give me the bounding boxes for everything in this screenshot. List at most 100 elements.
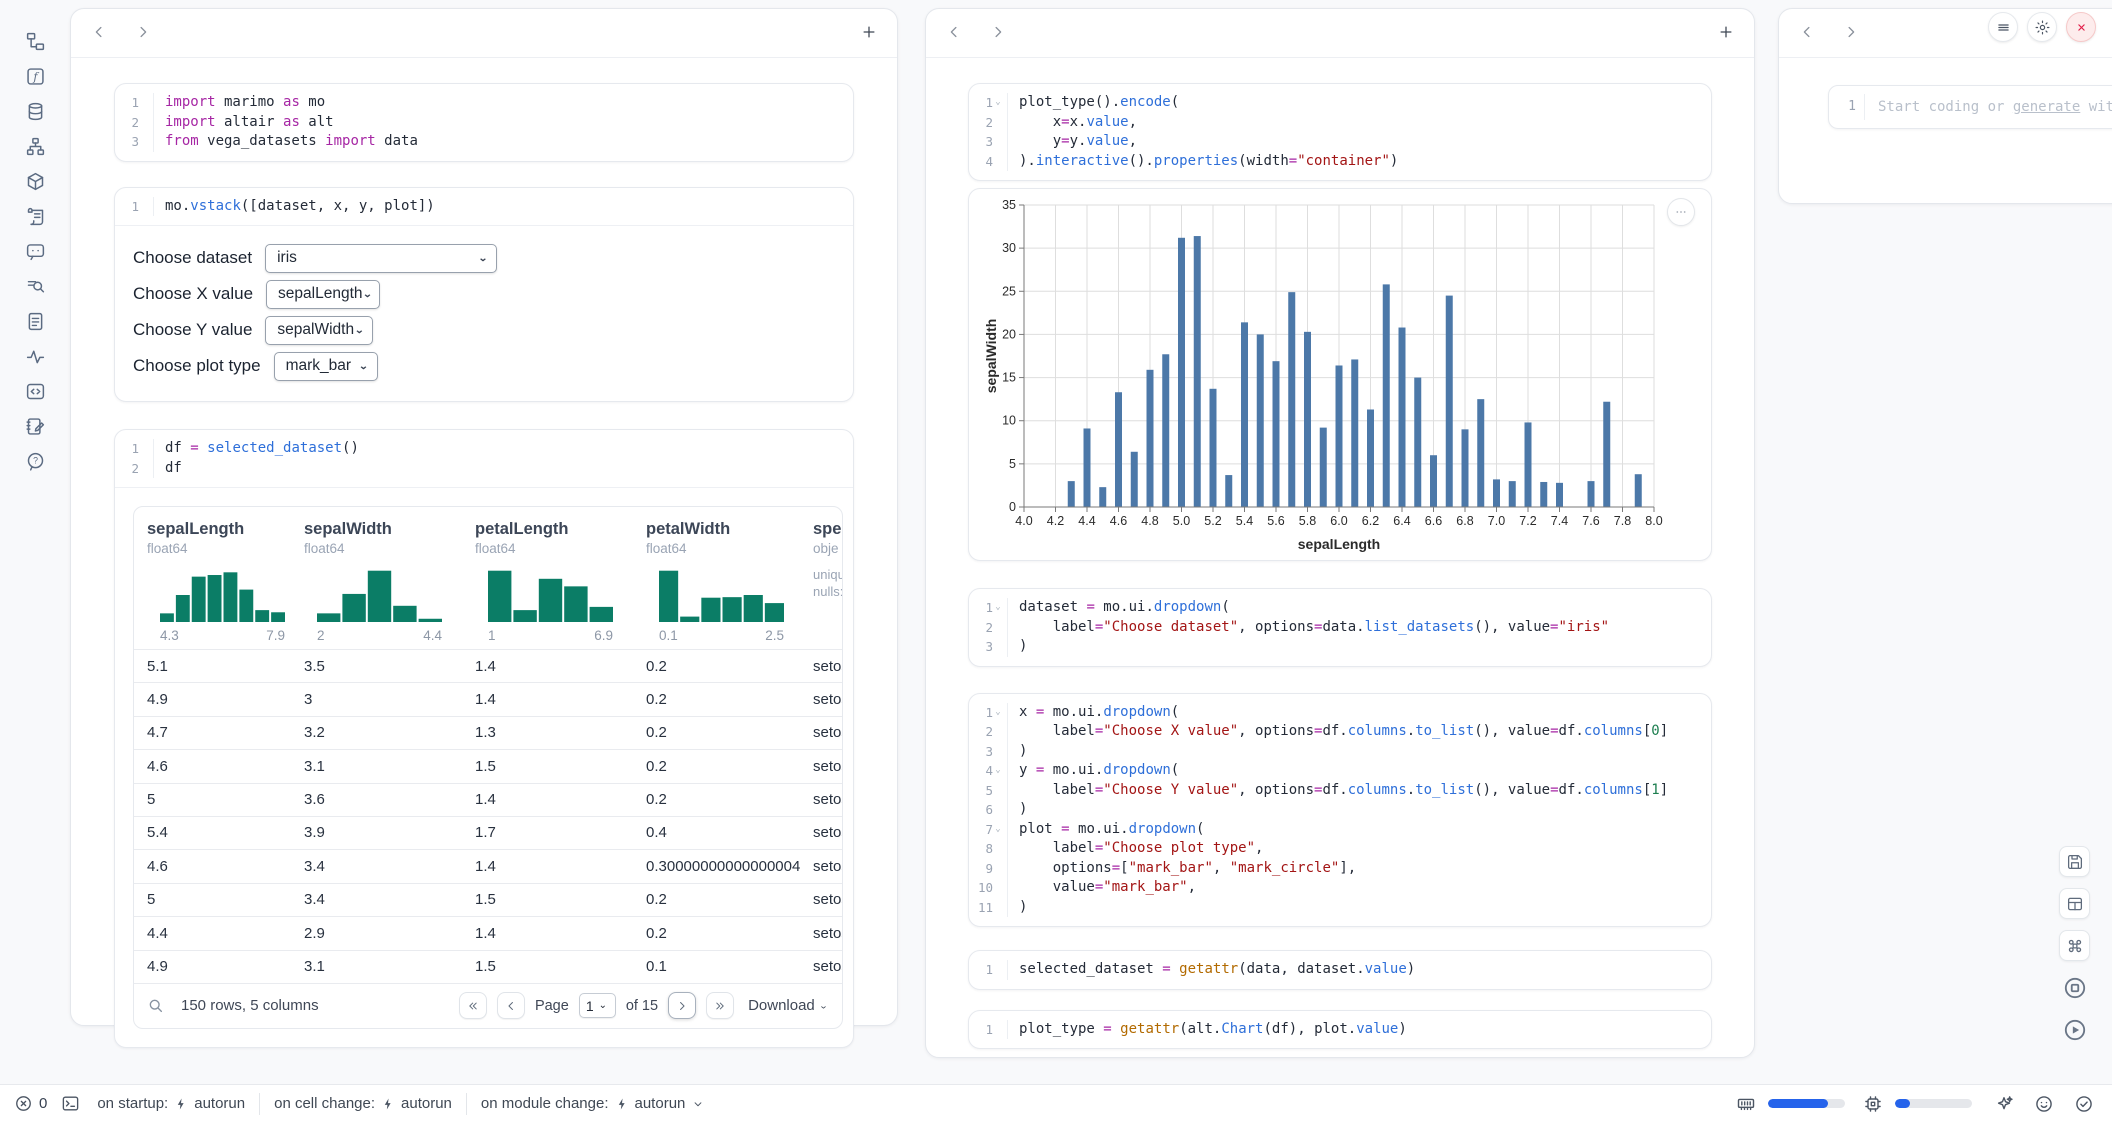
code-text: value="mark_bar", bbox=[1008, 878, 1196, 898]
column-header: sepalLengthfloat64 bbox=[134, 507, 291, 556]
code-editor[interactable]: 1plot_type = getattr(alt.Chart(df), plot… bbox=[969, 1011, 1711, 1049]
code-line: 2 x=x.value, bbox=[969, 113, 1711, 133]
previous-page-button[interactable] bbox=[497, 992, 525, 1019]
line-number: 4 bbox=[969, 152, 1008, 172]
svg-text:f: f bbox=[32, 69, 39, 83]
code-text: x = mo.ui.dropdown( bbox=[1008, 703, 1179, 723]
column-histogram bbox=[160, 566, 285, 622]
bar bbox=[1430, 455, 1437, 507]
svg-text:15: 15 bbox=[1002, 371, 1016, 385]
sidebar-package-button[interactable] bbox=[19, 166, 51, 197]
sidebar-function-button[interactable]: f bbox=[19, 61, 51, 92]
icon-sidebar: f? bbox=[0, 0, 70, 1080]
table-cell: 3.6 bbox=[291, 783, 462, 816]
download-button[interactable]: Download⌄ bbox=[748, 997, 828, 1014]
feedback-face-button[interactable] bbox=[2030, 1094, 2058, 1114]
table-cell: setos bbox=[800, 716, 843, 749]
table-cell: setos bbox=[800, 816, 843, 849]
column-expand-right-button[interactable] bbox=[1841, 23, 1861, 43]
divider bbox=[466, 1093, 467, 1115]
sparkles-button[interactable] bbox=[1990, 1094, 2018, 1114]
code-line: 2 label="Choose X value", options=df.col… bbox=[969, 722, 1711, 742]
page-select[interactable]: 1⌄ bbox=[579, 993, 616, 1018]
generate-link[interactable]: generate bbox=[2013, 99, 2080, 115]
sidebar-database-button[interactable] bbox=[19, 96, 51, 127]
sidebar-scroll-button[interactable] bbox=[19, 201, 51, 232]
sidebar-activity-button[interactable] bbox=[19, 341, 51, 372]
close-button[interactable] bbox=[2066, 12, 2096, 42]
chart-menu-button[interactable] bbox=[1667, 198, 1695, 226]
runtime-setting-1[interactable]: on startup:autorun bbox=[97, 1095, 245, 1112]
code-editor[interactable]: 1⌄x = mo.ui.dropdown(2 label="Choose X v… bbox=[969, 694, 1711, 927]
column-summary: 16.9 bbox=[462, 556, 633, 649]
code-editor[interactable]: 1⌄dataset = mo.ui.dropdown(2 label="Choo… bbox=[969, 589, 1711, 666]
line-number: 8 bbox=[969, 839, 1008, 859]
svg-text:sepalLength: sepalLength bbox=[1298, 536, 1380, 552]
table-scroll-area[interactable]: sepalLengthfloat64sepalWidthfloat64petal… bbox=[134, 507, 843, 983]
choose-dataset-select[interactable]: iris⌄ bbox=[265, 244, 497, 273]
sidebar-scratchpad-button[interactable] bbox=[19, 411, 51, 442]
dropdown-label: Choose plot type bbox=[133, 356, 261, 376]
column-expand-right-button[interactable] bbox=[133, 23, 153, 43]
add-cell-button[interactable] bbox=[1716, 23, 1736, 43]
play-circle-button[interactable] bbox=[2059, 1014, 2090, 1045]
choose-y-value-select[interactable]: sepalWidth⌄ bbox=[265, 316, 373, 345]
code-editor[interactable]: 1mo.vstack([dataset, x, y, plot]) bbox=[115, 188, 853, 226]
svg-text:5.0: 5.0 bbox=[1173, 514, 1190, 528]
error-count-button[interactable]: 0 bbox=[10, 1094, 51, 1113]
help-icon: ? bbox=[25, 451, 46, 472]
altair-bar-chart[interactable]: 051015202530354.04.24.44.64.85.05.25.45.… bbox=[984, 195, 1684, 555]
imports-cell: 1import marimo as mo2import altair as al… bbox=[114, 83, 854, 162]
sidebar-document-button[interactable] bbox=[19, 306, 51, 337]
command-button[interactable] bbox=[2059, 930, 2090, 961]
dependency-graph-icon bbox=[25, 136, 46, 157]
code-editor[interactable]: 1selected_dataset = getattr(data, datase… bbox=[969, 951, 1711, 989]
runtime-setting-2[interactable]: on cell change:autorun bbox=[274, 1095, 452, 1112]
histogram-block: 0.12.5 bbox=[646, 556, 800, 649]
line-number: 1⌄ bbox=[969, 703, 1008, 723]
code-editor[interactable]: 1⌄plot_type().encode(2 x=x.value,3 y=y.v… bbox=[969, 84, 1711, 180]
line-number: 3 bbox=[115, 132, 154, 152]
last-page-button[interactable] bbox=[706, 992, 734, 1019]
code-editor[interactable]: 1df = selected_dataset()2df bbox=[115, 430, 853, 487]
table-cell: 0.2 bbox=[633, 783, 800, 816]
sidebar-assistant-chat-button[interactable] bbox=[19, 236, 51, 267]
code-text: dataset = mo.ui.dropdown( bbox=[1008, 598, 1230, 618]
column-name: sepalLength bbox=[147, 507, 291, 539]
choose-x-value-select[interactable]: sepalLength⌄ bbox=[266, 280, 380, 309]
column-collapse-left-button[interactable] bbox=[1797, 23, 1817, 43]
table-cell: 0.1 bbox=[633, 950, 800, 983]
code-text: import altair as alt bbox=[154, 113, 334, 133]
add-cell-button[interactable] bbox=[859, 23, 879, 43]
sidebar-help-button[interactable]: ? bbox=[19, 446, 51, 477]
gear-button[interactable] bbox=[2027, 12, 2057, 42]
sidebar-code-snippet-button[interactable] bbox=[19, 376, 51, 407]
sidebar-list-search-button[interactable] bbox=[19, 271, 51, 302]
code-line: 4).interactive().properties(width="conta… bbox=[969, 152, 1711, 172]
next-page-button[interactable] bbox=[668, 992, 696, 1019]
table-cell: 5 bbox=[134, 783, 291, 816]
sidebar-file-tree-button[interactable] bbox=[19, 26, 51, 57]
scratchpad-editor[interactable]: 1 Start coding or generate with bbox=[1828, 85, 2112, 129]
code-editor[interactable]: 1import marimo as mo2import altair as al… bbox=[115, 84, 853, 161]
layout-grid-button[interactable] bbox=[2059, 888, 2090, 919]
stop-circle-button[interactable] bbox=[2059, 972, 2090, 1003]
check-circle-button[interactable] bbox=[2070, 1094, 2098, 1114]
table-cell: 2.9 bbox=[291, 917, 462, 950]
runtime-setting-3[interactable]: on module change:autorun bbox=[481, 1095, 705, 1112]
menu-button[interactable] bbox=[1988, 12, 2018, 42]
choose-plot-type-select[interactable]: mark_bar⌄ bbox=[274, 352, 378, 381]
sidebar-dependency-graph-button[interactable] bbox=[19, 131, 51, 162]
cell-output: Choose datasetiris⌄Choose X valuesepalLe… bbox=[115, 225, 853, 401]
svg-text:0: 0 bbox=[1009, 500, 1016, 514]
first-page-button[interactable] bbox=[459, 992, 487, 1019]
table-cell: 4.4 bbox=[134, 917, 291, 950]
column-collapse-left-button[interactable] bbox=[944, 23, 964, 43]
save-button[interactable] bbox=[2059, 846, 2090, 877]
bar bbox=[1588, 481, 1595, 507]
code-line: 1⌄plot_type().encode( bbox=[969, 93, 1711, 113]
column-expand-right-button[interactable] bbox=[988, 23, 1008, 43]
terminal-button[interactable] bbox=[57, 1094, 84, 1113]
code-line: 5 label="Choose Y value", options=df.col… bbox=[969, 781, 1711, 801]
column-collapse-left-button[interactable] bbox=[89, 23, 109, 43]
